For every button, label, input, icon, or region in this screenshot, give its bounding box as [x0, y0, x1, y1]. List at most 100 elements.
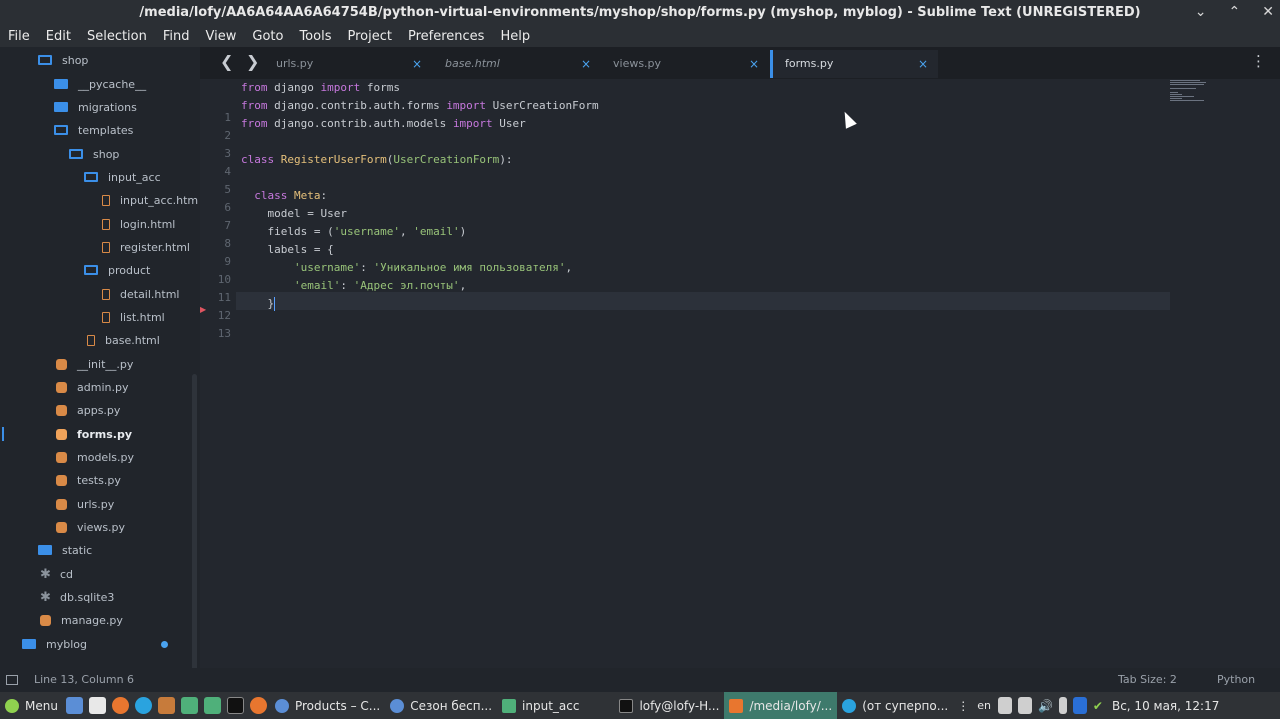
- telegram-icon[interactable]: [134, 697, 152, 714]
- keyboard-layout[interactable]: en: [977, 699, 991, 712]
- minimap[interactable]: [1170, 79, 1210, 109]
- sidebar-item-admin-py[interactable]: admin.py: [56, 377, 128, 397]
- tab-urls-py[interactable]: urls.py ×: [264, 50, 432, 78]
- line-number: 12: [217, 309, 231, 322]
- python-file-icon: [56, 498, 67, 510]
- update-manager-icon[interactable]: ✔: [1093, 699, 1103, 713]
- folder-icon: [54, 79, 68, 89]
- sidebar-item-templates[interactable]: templates: [54, 120, 133, 140]
- sidebar-item-db-sqlite3[interactable]: ✱ db.sqlite3: [40, 587, 114, 607]
- taskbar-window-terminal[interactable]: lofy@lofy-H...: [614, 692, 724, 719]
- volume-icon[interactable]: 🔊: [1038, 699, 1053, 713]
- sidebar-item-cd[interactable]: ✱ cd: [40, 564, 73, 584]
- bluetooth-icon[interactable]: [1072, 697, 1087, 714]
- sidebar-item-login-html[interactable]: login.html: [102, 214, 175, 234]
- chevron-left-icon[interactable]: ❮: [220, 52, 233, 71]
- code-line-11: 'username': 'Уникальное имя пользователя…: [293, 261, 573, 274]
- taskbar-window-input-acc[interactable]: input_acc: [497, 692, 584, 719]
- menu-selection[interactable]: Selection: [79, 29, 155, 44]
- menu-project[interactable]: Project: [339, 29, 399, 44]
- tray-menu-icon[interactable]: ⋮: [957, 699, 969, 713]
- sidebar-item-register-html[interactable]: register.html: [102, 237, 190, 257]
- folder-icon[interactable]: [203, 697, 221, 714]
- telegram-icon: [842, 698, 857, 713]
- line-number: 3: [224, 147, 231, 160]
- html-file-icon: [102, 311, 110, 323]
- battery-icon[interactable]: [1058, 697, 1067, 714]
- sidebar-item-pycache[interactable]: __pycache__: [54, 74, 146, 94]
- sidebar-item-manage-py[interactable]: manage.py: [40, 610, 123, 630]
- sidebar-item-static[interactable]: static: [38, 540, 92, 560]
- selection-marker: [2, 427, 4, 441]
- tab-views-py[interactable]: views.py ×: [601, 50, 769, 78]
- close-icon[interactable]: ✕: [1262, 0, 1274, 25]
- clock[interactable]: Вс, 10 мая, 12:17: [1112, 699, 1219, 713]
- network-icon[interactable]: [1017, 697, 1032, 714]
- sidebar-item-detail-html[interactable]: detail.html: [102, 284, 179, 304]
- taskbar-window-telegram[interactable]: (от суперпо...: [837, 692, 953, 719]
- sidebar-item-templates-shop[interactable]: shop: [69, 144, 119, 164]
- line-number: 9: [224, 255, 231, 268]
- sidebar-item-forms-py[interactable]: forms.py: [56, 424, 132, 444]
- menu-tools[interactable]: Tools: [291, 29, 339, 44]
- taskbar-window-season[interactable]: Сезон бесп...: [385, 692, 497, 719]
- maximize-icon[interactable]: ⌃: [1229, 0, 1241, 25]
- tab-size[interactable]: Tab Size: 2: [1118, 668, 1177, 692]
- start-menu-button[interactable]: Menu: [0, 692, 63, 719]
- tab-base-html[interactable]: base.html ×: [433, 50, 601, 78]
- line-number: 6: [224, 201, 231, 214]
- code-line-9: fields = ('username', 'email'): [241, 225, 467, 238]
- line-number: 10: [217, 273, 231, 286]
- tab-bar: ❮ ❯ urls.py × base.html × views.py × forms.…: [200, 47, 1280, 79]
- menu-preferences[interactable]: Preferences: [400, 29, 492, 44]
- cursor-position: Line 13, Column 6: [34, 673, 135, 686]
- menu-file[interactable]: File: [0, 29, 38, 44]
- close-icon[interactable]: ×: [749, 50, 759, 78]
- close-icon[interactable]: ×: [581, 50, 591, 78]
- menu-view[interactable]: View: [198, 29, 245, 44]
- menu-goto[interactable]: Goto: [244, 29, 291, 44]
- file-icon: ✱: [40, 566, 51, 582]
- sidebar-item-tests-py[interactable]: tests.py: [56, 470, 121, 490]
- more-options-icon[interactable]: ⋮: [1251, 52, 1266, 70]
- menu-help[interactable]: Help: [492, 29, 538, 44]
- sidebar-scrollbar[interactable]: [192, 374, 197, 668]
- close-icon[interactable]: ×: [412, 50, 422, 78]
- code-line-1: from django import forms: [241, 81, 400, 94]
- sidebar-item-apps-py[interactable]: apps.py: [56, 400, 120, 420]
- minimize-icon[interactable]: ⌄: [1195, 0, 1207, 25]
- printer-icon[interactable]: [997, 697, 1012, 714]
- sidebar-item-views-py[interactable]: views.py: [56, 517, 125, 537]
- sidebar-item-list-html[interactable]: list.html: [102, 307, 165, 327]
- line-number: 13: [217, 327, 231, 340]
- taskbar-window-sublime[interactable]: /media/lofy/...: [724, 692, 838, 719]
- sidebar-item-shop[interactable]: shop: [38, 50, 88, 70]
- menu-bar: File Edit Selection Find View Goto Tools…: [0, 25, 1280, 47]
- firefox-icon[interactable]: [249, 697, 267, 714]
- terminal-icon[interactable]: [226, 697, 244, 714]
- sidebar-item-init-py[interactable]: __init__.py: [56, 354, 133, 374]
- sidebar-item-urls-py[interactable]: urls.py: [56, 494, 114, 514]
- syntax-mode[interactable]: Python: [1217, 668, 1255, 692]
- text-editor-icon[interactable]: [88, 697, 106, 714]
- menu-edit[interactable]: Edit: [38, 29, 79, 44]
- sidebar-item-product[interactable]: product: [84, 260, 150, 280]
- menu-find[interactable]: Find: [155, 29, 198, 44]
- sidebar-item-base-html[interactable]: base.html: [87, 330, 160, 350]
- firefox-icon[interactable]: [111, 697, 129, 714]
- chevron-right-icon[interactable]: ❯: [246, 52, 259, 71]
- tab-forms-py[interactable]: forms.py ×: [770, 50, 938, 78]
- close-icon[interactable]: ×: [918, 50, 928, 78]
- files-icon[interactable]: [180, 697, 198, 714]
- editor: ❮ ❯ urls.py × base.html × views.py × forms.…: [200, 47, 1280, 668]
- sidebar-item-myblog[interactable]: myblog: [22, 634, 168, 654]
- show-desktop-icon[interactable]: [65, 697, 83, 714]
- panel-toggle-icon[interactable]: [6, 675, 18, 685]
- sublime-text-icon[interactable]: [157, 697, 175, 714]
- sidebar-item-input-acc[interactable]: input_acc: [84, 167, 161, 187]
- text-cursor: [274, 297, 275, 311]
- sidebar-item-models-py[interactable]: models.py: [56, 447, 134, 467]
- sidebar-item-migrations[interactable]: migrations: [54, 97, 137, 117]
- taskbar-window-products[interactable]: Products – C...: [270, 692, 385, 719]
- sidebar-item-input-acc-html[interactable]: input_acc.htm: [102, 190, 198, 210]
